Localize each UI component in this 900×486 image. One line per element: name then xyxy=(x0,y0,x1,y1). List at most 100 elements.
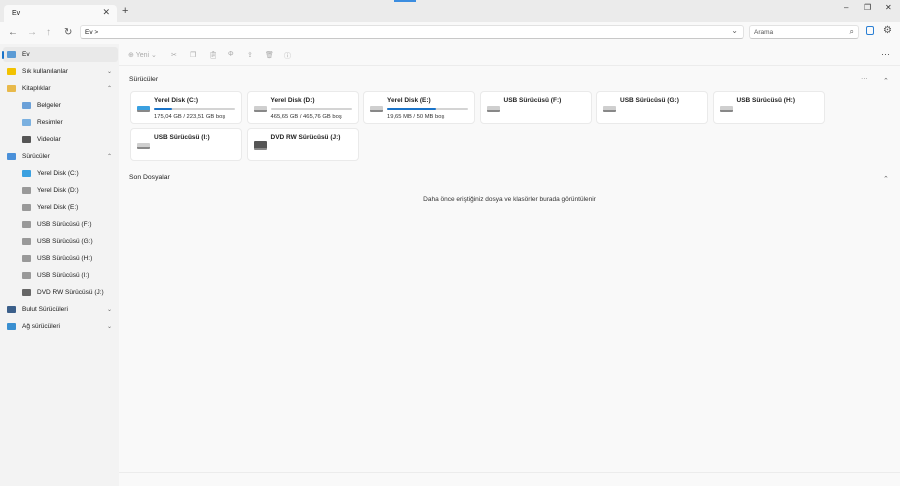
usb-drive-icon xyxy=(22,221,31,228)
sidebar-item[interactable]: Yerel Disk (E:) xyxy=(3,200,118,215)
cloud-icon xyxy=(7,306,16,313)
sidebar-item-label: Yerel Disk (C:) xyxy=(37,170,79,177)
sidebar-item[interactable]: Videolar xyxy=(3,132,118,147)
sidebar-item[interactable]: DVD RW Sürücüsü (J:) xyxy=(3,285,118,300)
chevron-icon[interactable]: ⌄ xyxy=(107,323,112,330)
drive-card[interactable]: Yerel Disk (C:) 175,04 GB / 223,51 GB boş xyxy=(130,91,242,124)
tab-ev[interactable]: Ev ✕ xyxy=(4,5,117,22)
chevron-icon[interactable]: ⌃ xyxy=(107,85,112,92)
restore-button[interactable]: ❐ xyxy=(864,3,871,12)
sidebar-item[interactable]: Ev xyxy=(2,47,118,62)
drives-more-icon[interactable]: ··· xyxy=(861,75,868,82)
search-placeholder: Arama xyxy=(754,28,774,36)
sidebar-item[interactable]: Ağ sürücüleri ⌄ xyxy=(3,319,118,334)
main-content: Sürücüler ··· ⌃ Yerel Disk (C:) 175,04 GB… xyxy=(119,66,900,472)
drive-icon xyxy=(486,106,500,112)
close-tab-icon[interactable]: ✕ xyxy=(102,7,110,18)
chevron-down-icon[interactable]: ⌄ xyxy=(731,26,738,35)
sidebar-item-label: Videolar xyxy=(37,136,61,143)
sidebar-item-label: USB Sürücüsü (H:) xyxy=(37,255,93,262)
sidebar-item[interactable]: Bulut Sürücüleri ⌄ xyxy=(3,302,118,317)
chevron-icon[interactable]: ⌄ xyxy=(107,306,112,313)
sidebar-item[interactable]: USB Sürücüsü (H:) xyxy=(3,251,118,266)
sidebar-item-label: Bulut Sürücüleri xyxy=(22,306,68,313)
paste-icon[interactable]: 📋︎ xyxy=(209,51,218,59)
recent-empty-message: Daha önce eriştiğiniz dosya ve klasörler… xyxy=(423,196,596,203)
more-options-icon[interactable]: ··· xyxy=(881,49,890,59)
drives-collapse-icon[interactable]: ⌃ xyxy=(883,77,889,85)
sidebar-item[interactable]: Yerel Disk (D:) xyxy=(3,183,118,198)
sidebar-item[interactable]: Resimler xyxy=(3,115,118,130)
dvd-drive-icon xyxy=(253,141,267,150)
sidebar-item-label: Sık kullanılanlar xyxy=(22,68,68,75)
drive-card[interactable]: USB Sürücüsü (F:) xyxy=(479,91,592,124)
videos-icon xyxy=(22,136,31,143)
search-icon[interactable]: ⌕ xyxy=(850,27,854,37)
title-bar: Ev ✕ + – ❐ ✕ xyxy=(0,0,900,22)
drive-card[interactable]: USB Sürücüsü (I:) xyxy=(130,128,242,161)
usage-fill xyxy=(154,108,172,110)
gear-icon[interactable]: ⚙ xyxy=(883,25,892,36)
chevron-icon[interactable]: ⌃ xyxy=(107,153,112,160)
library-icon xyxy=(7,85,16,92)
drives-icon xyxy=(7,153,16,160)
drive-free-space: 175,04 GB / 223,51 GB boş xyxy=(154,114,226,120)
back-icon[interactable]: ← xyxy=(8,27,18,38)
rename-icon[interactable]: Φ xyxy=(228,51,234,58)
drive-card[interactable]: DVD RW Sürücüsü (J:) xyxy=(246,128,359,161)
sidebar-item[interactable]: Sürücüler ⌃ xyxy=(3,149,118,164)
usage-fill xyxy=(387,108,437,110)
properties-icon[interactable]: ⓘ xyxy=(284,51,291,61)
search-input[interactable]: Arama ⌕ xyxy=(749,25,859,39)
new-tab-button[interactable]: + xyxy=(122,5,128,17)
sidebar-item[interactable]: Yerel Disk (C:) xyxy=(3,166,118,181)
new-button[interactable]: ⊕ Yeni ⌄ xyxy=(128,51,157,59)
sidebar-item[interactable]: USB Sürücüsü (I:) xyxy=(3,268,118,283)
new-label: Yeni xyxy=(135,52,150,59)
sidebar-item-label: Sürücüler xyxy=(22,153,50,160)
copy-icon[interactable]: ❐ xyxy=(190,51,196,59)
sidebar-item-label: Yerel Disk (E:) xyxy=(37,204,79,211)
drive-card[interactable]: Yerel Disk (E:) 19,65 MB / 50 MB boş xyxy=(363,91,475,124)
drive-icon xyxy=(370,106,383,112)
drive-name: Yerel Disk (E:) xyxy=(387,97,431,104)
sidebar-item[interactable]: USB Sürücüsü (F:) xyxy=(3,217,118,232)
sidebar-item-label: USB Sürücüsü (G:) xyxy=(37,238,93,245)
drive-icon xyxy=(137,106,150,112)
minimize-button[interactable]: – xyxy=(844,3,848,12)
drive-name: Yerel Disk (C:) xyxy=(154,97,199,104)
forward-icon[interactable]: → xyxy=(27,27,37,38)
path-input[interactable]: Ev > ⌄ xyxy=(80,25,744,39)
delete-icon[interactable]: 🗑︎ xyxy=(265,51,274,59)
sidebar-item[interactable]: Belgeler xyxy=(3,98,118,113)
share-icon[interactable]: ⇪ xyxy=(247,51,253,59)
preview-pane-icon[interactable] xyxy=(866,26,874,35)
usb-drive-icon xyxy=(22,272,31,279)
drive-icon xyxy=(253,106,267,112)
up-icon[interactable]: ↑ xyxy=(46,27,51,38)
drive-free-space: 19,65 MB / 50 MB boş xyxy=(387,114,445,120)
chevron-icon[interactable]: ⌄ xyxy=(107,68,112,75)
drive-free-space: 465,65 GB / 465,76 GB boş xyxy=(270,114,342,120)
drive-name: USB Sürücüsü (F:) xyxy=(503,97,562,104)
windows-drive-icon xyxy=(22,170,31,177)
refresh-icon[interactable]: ↻ xyxy=(64,27,72,38)
recent-section-title: Son Dosyalar xyxy=(129,174,170,181)
sidebar-item-label: DVD RW Sürücüsü (J:) xyxy=(37,289,104,296)
sidebar-item[interactable]: Sık kullanılanlar ⌄ xyxy=(3,64,118,79)
sidebar-item-label: Kitaplıklar xyxy=(22,85,51,92)
recent-collapse-icon[interactable]: ⌃ xyxy=(883,175,889,183)
breadcrumb[interactable]: Ev > xyxy=(85,29,98,36)
drag-indicator xyxy=(394,0,416,2)
home-icon xyxy=(7,51,16,58)
dvd-drive-icon xyxy=(22,289,31,296)
close-window-button[interactable]: ✕ xyxy=(885,3,892,12)
drive-card[interactable]: Yerel Disk (D:) 465,65 GB / 465,76 GB boş xyxy=(246,91,359,124)
drive-icon xyxy=(22,204,31,211)
sidebar-item[interactable]: Kitaplıklar ⌃ xyxy=(3,81,118,96)
drive-card[interactable]: USB Sürücüsü (H:) xyxy=(712,91,825,124)
cut-icon[interactable]: ✂ xyxy=(171,51,177,59)
sidebar-item[interactable]: USB Sürücüsü (G:) xyxy=(3,234,118,249)
drive-card[interactable]: USB Sürücüsü (G:) xyxy=(596,91,708,124)
drive-name: Yerel Disk (D:) xyxy=(270,97,315,104)
